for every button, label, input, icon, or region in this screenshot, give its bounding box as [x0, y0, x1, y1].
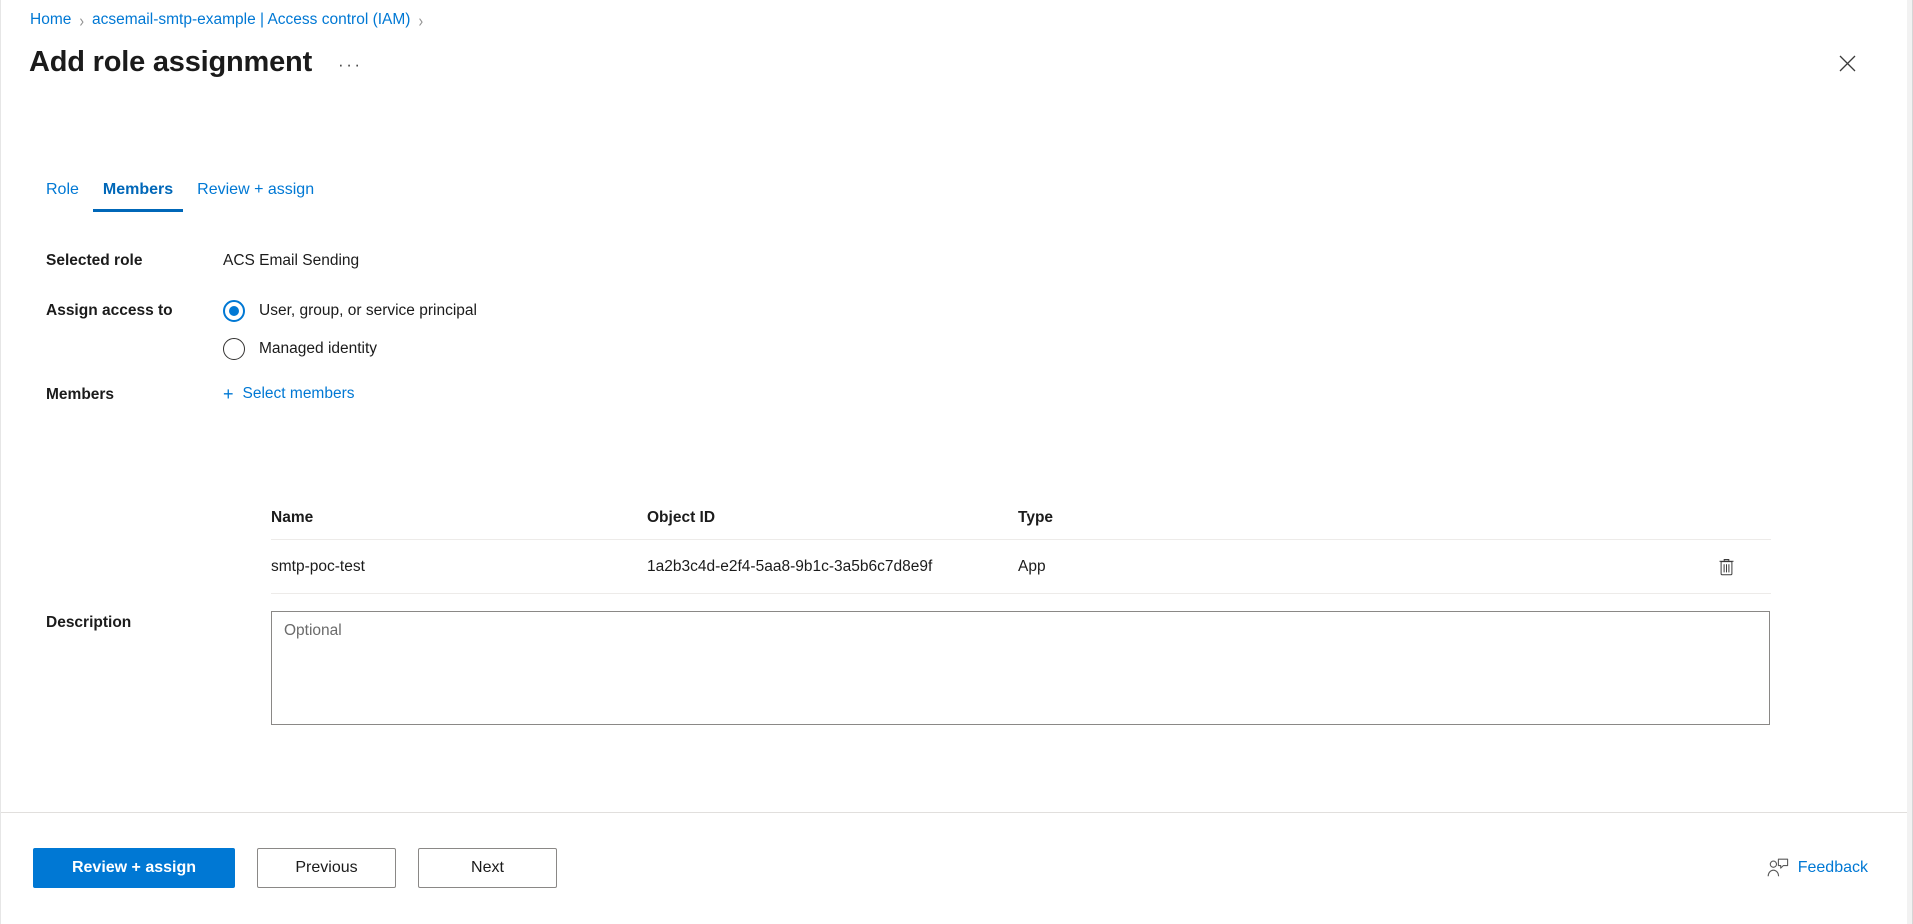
tab-role[interactable]: Role — [34, 179, 91, 212]
cell-type: App — [1018, 557, 1046, 575]
field-selected-role: Selected role ACS Email Sending — [0, 250, 1913, 272]
column-header-name: Name — [271, 508, 314, 526]
previous-button[interactable]: Previous — [257, 848, 396, 888]
breadcrumb-separator-icon: › — [79, 10, 85, 30]
field-members: Members + Select members — [0, 384, 1913, 407]
breadcrumb-item-home[interactable]: Home — [30, 10, 71, 30]
cell-name: smtp-poc-test — [271, 557, 365, 575]
members-table: Name Object ID Type smtp-poc-test 1a2b3c… — [271, 496, 1771, 594]
role-assignment-form: Selected role ACS Email Sending Assign a… — [0, 250, 1913, 407]
tab-review-assign[interactable]: Review + assign — [185, 179, 326, 212]
table-row: smtp-poc-test 1a2b3c4d-e2f4-5aa8-9b1c-3a… — [271, 540, 1771, 594]
close-button[interactable] — [1831, 47, 1863, 79]
breadcrumb-trailing-separator-icon: › — [418, 10, 424, 30]
trash-icon — [1719, 558, 1733, 575]
assign-access-to-radio-group: User, group, or service principal Manage… — [223, 300, 1913, 360]
feedback-label: Feedback — [1797, 859, 1868, 876]
remove-member-button[interactable] — [1711, 552, 1741, 582]
column-header-type: Type — [1018, 508, 1054, 526]
close-icon — [1839, 55, 1855, 71]
wizard-tabs: Role Members Review + assign — [34, 172, 326, 212]
feedback-person-icon — [1767, 858, 1789, 878]
breadcrumb: Home › acsemail-smtp-example | Access co… — [30, 10, 431, 30]
selected-role-value: ACS Email Sending — [223, 252, 360, 269]
review-assign-button[interactable]: Review + assign — [33, 848, 235, 888]
footer-action-bar: Review + assign Previous Next Feedback — [0, 813, 1913, 923]
column-header-object-id: Object ID — [647, 508, 716, 526]
next-button[interactable]: Next — [418, 848, 557, 888]
radio-selected-icon — [223, 300, 245, 322]
members-label: Members — [46, 386, 115, 403]
breadcrumb-item-access-control[interactable]: acsemail-smtp-example | Access control (… — [92, 10, 410, 30]
selected-role-label: Selected role — [46, 252, 143, 269]
radio-unselected-icon — [223, 338, 245, 360]
title-row: Add role assignment ··· — [29, 42, 363, 82]
panel-left-edge — [0, 0, 1, 924]
add-role-assignment-blade: Home › acsemail-smtp-example | Access co… — [0, 0, 1913, 924]
radio-managed-identity[interactable]: Managed identity — [223, 338, 1913, 360]
tab-members[interactable]: Members — [91, 179, 185, 212]
description-label: Description — [46, 614, 132, 631]
assign-access-to-label: Assign access to — [46, 302, 173, 319]
description-input[interactable] — [271, 611, 1770, 725]
more-options-icon[interactable]: ··· — [338, 55, 362, 75]
members-table-header: Name Object ID Type — [271, 496, 1771, 540]
field-assign-access-to: Assign access to User, group, or service… — [0, 300, 1913, 360]
page-title: Add role assignment — [29, 46, 313, 78]
feedback-button[interactable]: Feedback — [1767, 858, 1868, 878]
plus-icon: + — [223, 384, 234, 404]
select-members-label: Select members — [242, 385, 355, 402]
radio-managed-identity-label: Managed identity — [259, 340, 378, 357]
radio-user-group-service-principal[interactable]: User, group, or service principal — [223, 300, 1913, 322]
select-members-button[interactable]: + Select members — [223, 384, 355, 404]
radio-user-group-service-principal-label: User, group, or service principal — [259, 302, 477, 319]
cell-object-id: 1a2b3c4d-e2f4-5aa8-9b1c-3a5b6c7d8e9f — [647, 557, 933, 575]
cell-actions — [1681, 552, 1771, 582]
